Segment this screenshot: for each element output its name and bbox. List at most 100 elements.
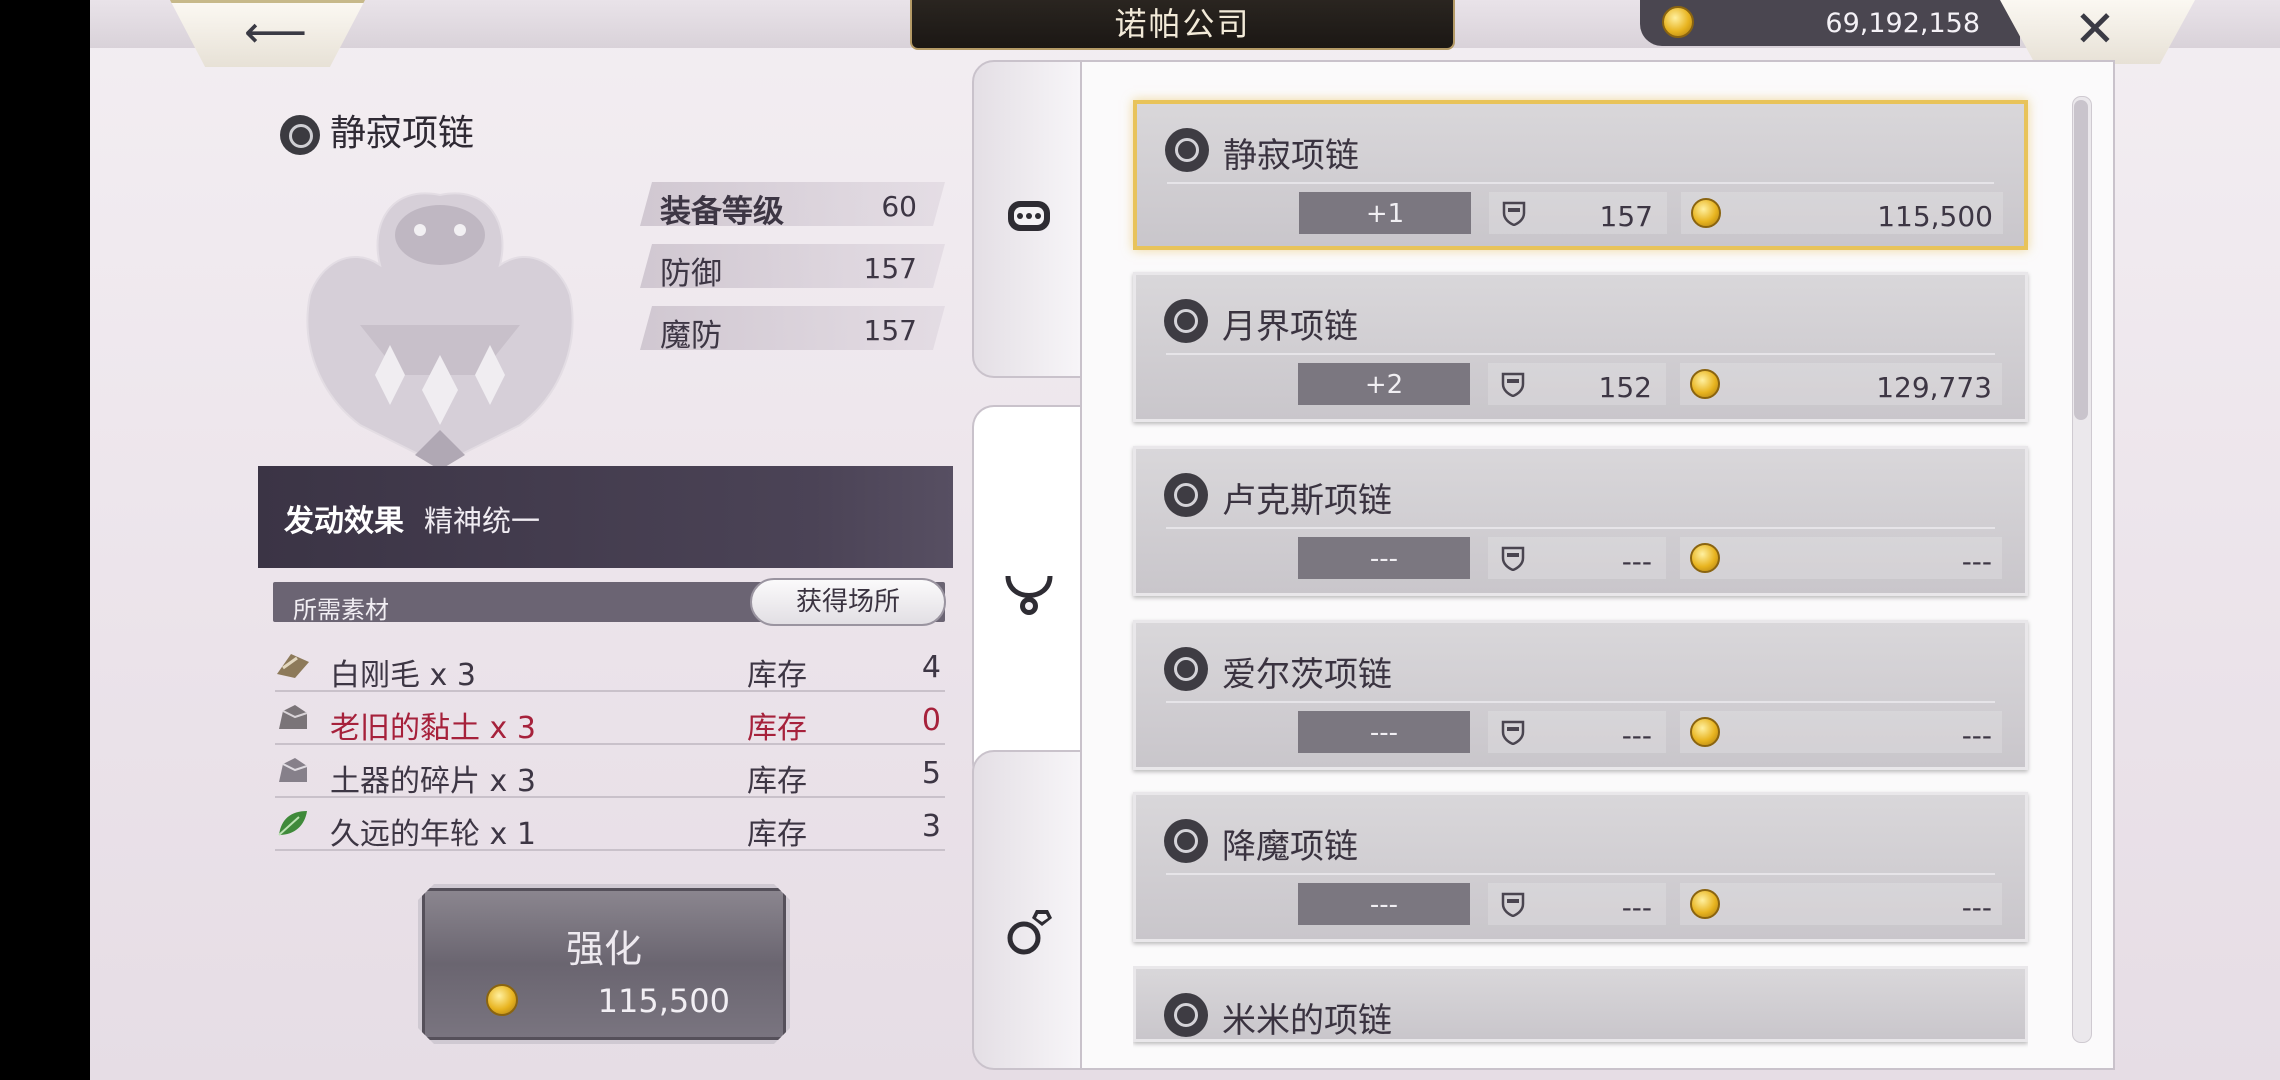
page-title: 诺帕公司: [910, 0, 1455, 50]
cost-value: 129,773: [1876, 371, 1992, 404]
divider: [1166, 701, 1995, 703]
cost-box: ---: [1680, 537, 2002, 579]
enhance-level: ---: [1298, 537, 1470, 579]
necklace-icon: [1164, 993, 1208, 1037]
cost-value: 115,500: [1877, 200, 1993, 233]
necklace-icon: [280, 115, 320, 155]
ring-icon: [1007, 910, 1052, 955]
coin-balance: 69,192,158: [1640, 0, 2020, 46]
enhance-button[interactable]: 强化 115,500: [418, 884, 790, 1044]
cost-box: ---: [1680, 883, 2002, 925]
divider: [1166, 873, 1995, 875]
list-item[interactable]: 爱尔茨项链 --- --- ---: [1133, 620, 2028, 770]
stat-label: 防御: [660, 256, 722, 292]
necklace-icon: [1164, 299, 1208, 343]
defense-box: ---: [1488, 883, 1666, 925]
material-name: 老旧的黏土 x 3: [330, 711, 536, 746]
tab-bracelet[interactable]: [972, 60, 1082, 378]
inventory-label: 库存: [747, 711, 807, 746]
shield-icon: [1502, 201, 1526, 226]
item-name: 降魔项链: [1222, 827, 1358, 867]
tab-ring[interactable]: [972, 750, 1082, 1070]
defense-value: 152: [1598, 371, 1652, 404]
coin-amount: 69,192,158: [1825, 8, 1980, 39]
defense-box: ---: [1488, 537, 1666, 579]
defense-value: ---: [1621, 891, 1652, 924]
divider: [1167, 182, 1994, 184]
shard-icon: [279, 758, 308, 782]
item-name: 静寂项链: [1223, 136, 1359, 176]
material-row[interactable]: 久远的年轮 x 1 库存 3: [275, 799, 945, 852]
coin-icon: [486, 984, 518, 1016]
stat-label: 装备等级: [660, 194, 784, 230]
effect-value: 精神统一: [424, 504, 541, 538]
item-title: 静寂项链: [280, 104, 474, 156]
clay-icon: [279, 705, 308, 729]
item-name: 卢克斯项链: [1222, 481, 1392, 521]
defense-box: 157: [1489, 192, 1667, 234]
scroll-thumb[interactable]: [2074, 100, 2088, 420]
screen-edge: [0, 0, 90, 1080]
defense-value: 157: [1599, 200, 1653, 233]
coin-icon: [1690, 889, 1720, 919]
stat-value: 60: [881, 190, 917, 223]
fur-icon: [277, 654, 309, 678]
close-button[interactable]: ✕: [2000, 0, 2195, 64]
bracelet-icon: [1008, 201, 1050, 231]
necklace-icon: [1164, 647, 1208, 691]
cost-value: ---: [1961, 891, 1992, 924]
leaf-icon: [278, 811, 307, 836]
coin-icon: [1690, 717, 1720, 747]
material-name: 土器的碎片 x 3: [330, 764, 536, 799]
shield-icon: [1501, 720, 1525, 745]
item-name: 爱尔茨项链: [1222, 655, 1392, 695]
category-tabs: [972, 60, 1084, 1070]
cost-box: 129,773: [1680, 363, 2002, 405]
cost-value: ---: [1961, 545, 1992, 578]
list-item[interactable]: 降魔项链 --- --- ---: [1133, 792, 2028, 942]
material-name: 白刚毛 x 3: [330, 658, 476, 693]
material-row[interactable]: 老旧的黏土 x 3 库存 0: [275, 693, 945, 746]
necklace-icon: [1164, 819, 1208, 863]
stat-row-magic-defense: 魔防 157: [640, 306, 945, 350]
material-row[interactable]: 土器的碎片 x 3 库存 5: [275, 746, 945, 799]
enhance-level: ---: [1298, 883, 1470, 925]
necklace-emblem-icon: [306, 192, 574, 470]
effect-bar: 发动效果 精神统一: [258, 466, 953, 568]
coin-icon: [1691, 198, 1721, 228]
list-item[interactable]: 米米的项链: [1133, 966, 2028, 1042]
necklace-icon: [1005, 575, 1053, 615]
material-row[interactable]: 白刚毛 x 3 库存 4: [275, 640, 945, 693]
divider: [1166, 353, 1995, 355]
defense-value: ---: [1621, 545, 1652, 578]
cost-box: 115,500: [1681, 192, 2003, 234]
stat-value: 157: [863, 314, 917, 347]
divider: [1166, 527, 1995, 529]
necklace-icon: [1165, 128, 1209, 172]
inventory-count: 3: [921, 809, 941, 844]
stat-row-level: 装备等级 60: [640, 182, 945, 226]
obtain-location-button[interactable]: 获得场所: [750, 578, 946, 626]
item-name: 静寂项链: [330, 113, 475, 154]
stat-value: 157: [863, 252, 917, 285]
enhance-level: +1: [1299, 192, 1471, 234]
defense-box: 152: [1488, 363, 1666, 405]
back-button[interactable]: ⟵: [170, 0, 365, 67]
list-item[interactable]: 月界项链 +2 152 129,773: [1133, 272, 2028, 422]
tab-necklace[interactable]: [972, 405, 1084, 785]
stat-label: 魔防: [660, 318, 722, 354]
enhance-level: ---: [1298, 711, 1470, 753]
back-arrow-icon: ⟵: [244, 7, 308, 58]
list-item[interactable]: 静寂项链 +1 157 115,500: [1133, 100, 2028, 250]
necklace-icon: [1164, 473, 1208, 517]
inventory-label: 库存: [747, 764, 807, 799]
list-item[interactable]: 卢克斯项链 --- --- ---: [1133, 446, 2028, 596]
enhance-label: 强化: [565, 927, 642, 971]
stat-row-defense: 防御 157: [640, 244, 945, 288]
close-icon: ✕: [2074, 0, 2116, 58]
material-name: 久远的年轮 x 1: [330, 817, 536, 852]
item-name: 月界项链: [1222, 307, 1358, 347]
coin-icon: [1690, 369, 1720, 399]
inventory-label: 库存: [747, 658, 807, 693]
shield-icon: [1501, 372, 1525, 397]
